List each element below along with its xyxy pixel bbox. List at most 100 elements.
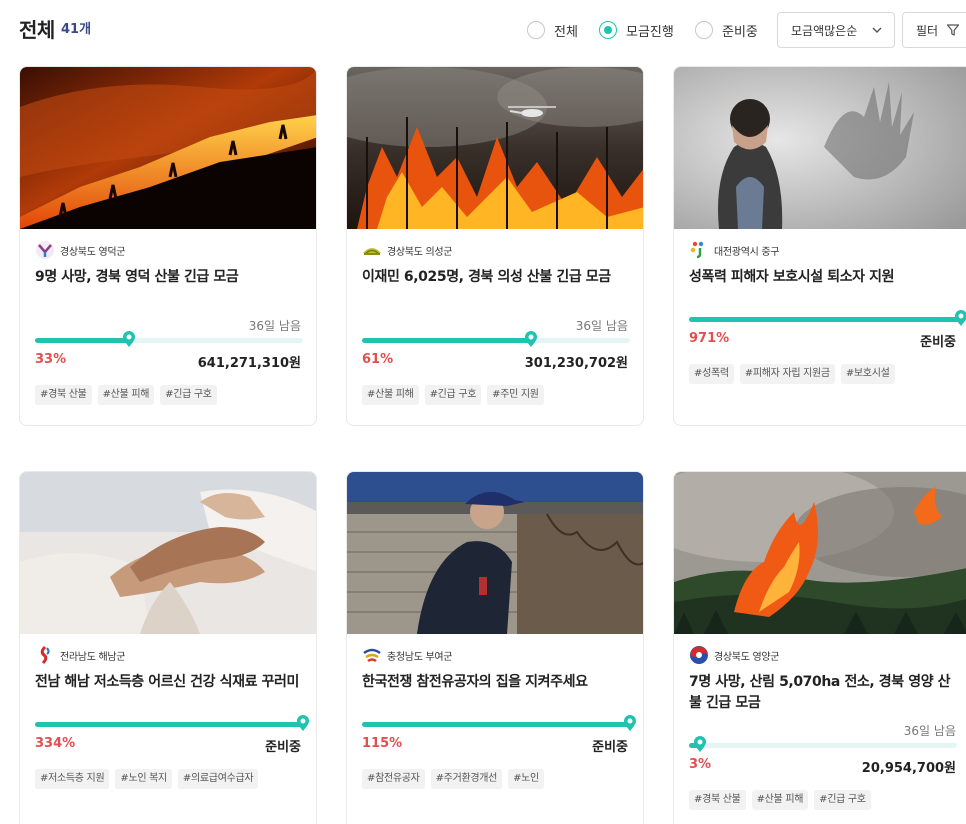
progress-marker-icon xyxy=(955,310,966,326)
tag[interactable]: #긴급 구호 xyxy=(160,385,217,405)
tag[interactable]: #주거환경개선 xyxy=(430,769,503,789)
page-title: 전체 xyxy=(19,18,55,42)
tag[interactable]: #의료급여수급자 xyxy=(177,769,259,789)
organization-name: 전라남도 해남군 xyxy=(60,651,126,663)
tag[interactable]: #산불 피해 xyxy=(97,385,155,405)
days-remaining: 36일 남음 xyxy=(575,319,628,333)
filter-button[interactable]: 필터 xyxy=(902,12,966,48)
tag[interactable]: #노인 복지 xyxy=(115,769,172,789)
campaign-image xyxy=(20,472,316,634)
progress-percent: 33% xyxy=(35,352,67,367)
raised-amount: 301,230,702원 xyxy=(524,356,628,371)
organization-name: 경상북도 영양군 xyxy=(714,651,780,663)
tag[interactable]: #저소득층 지원 xyxy=(35,769,110,789)
organization-logo-icon xyxy=(36,241,54,259)
raised-amount: 641,271,310원 xyxy=(197,356,301,371)
progress-bar xyxy=(689,310,966,326)
progress-marker-icon xyxy=(297,715,309,731)
campaign-title[interactable]: 한국전쟁 참전유공자의 집을 지켜주세요 xyxy=(362,672,632,693)
progress-bar xyxy=(689,736,957,752)
tag[interactable]: #참전유공자 xyxy=(362,769,425,789)
campaign-image xyxy=(674,472,966,634)
organization-logo-icon xyxy=(40,645,50,665)
organization-name: 충청남도 부여군 xyxy=(387,651,453,663)
status-label: 준비중 xyxy=(920,335,956,350)
sort-select[interactable]: 모금액많은순 xyxy=(777,12,895,48)
tag[interactable]: #성폭력 xyxy=(689,364,734,384)
campaign-card[interactable]: 전라남도 해남군 전남 해남 저소득층 어르신 건강 식재료 꾸러미 334% … xyxy=(19,471,317,824)
organization-logo-icon xyxy=(363,648,381,663)
days-remaining: 36일 남음 xyxy=(903,724,956,738)
progress-percent: 115% xyxy=(362,736,403,751)
tag-list: #경북 산불 #산불 피해 #긴급 구호 xyxy=(35,385,217,405)
tag-list: #참전유공자 #주거환경개선 #노인 xyxy=(362,769,544,789)
status-label: 준비중 xyxy=(592,740,628,755)
filter-radio-preparing[interactable]: 준비중 xyxy=(695,19,758,41)
organization-logo-icon xyxy=(690,241,704,259)
progress-bar xyxy=(35,331,303,347)
organization-logo-icon xyxy=(690,646,708,664)
progress-bar xyxy=(362,715,636,731)
radio-label: 전체 xyxy=(554,24,578,40)
radio-circle[interactable] xyxy=(527,21,545,39)
raised-amount: 20,954,700원 xyxy=(861,761,956,776)
campaign-title[interactable]: 성폭력 피해자 보호시설 퇴소자 지원 xyxy=(689,267,959,288)
progress-marker-icon xyxy=(524,331,537,347)
campaign-card[interactable]: 경상북도 의성군 이재민 6,025명, 경북 의성 산불 긴급 모금 36일 … xyxy=(346,66,644,426)
campaign-image xyxy=(674,67,966,229)
funnel-icon xyxy=(946,24,960,36)
tag[interactable]: #피해자 자립 지원금 xyxy=(739,364,835,384)
tag[interactable]: #노인 xyxy=(508,769,544,789)
organization: 경상북도 영덕군 xyxy=(35,240,125,260)
progress-percent: 971% xyxy=(689,331,730,346)
tag[interactable]: #산불 피해 xyxy=(362,385,419,405)
filter-radio-in-progress[interactable]: 모금진행 xyxy=(599,19,674,41)
days-remaining: 36일 남음 xyxy=(248,319,301,333)
filter-button-label: 필터 xyxy=(916,23,939,38)
organization: 대전광역시 중구 xyxy=(689,240,779,260)
campaign-title[interactable]: 이재민 6,025명, 경북 의성 산불 긴급 모금 xyxy=(362,267,632,288)
progress-marker-icon xyxy=(693,736,706,752)
progress-percent: 3% xyxy=(689,757,712,772)
campaign-title[interactable]: 전남 해남 저소득층 어르신 건강 식재료 꾸러미 xyxy=(35,672,305,693)
progress-percent: 334% xyxy=(35,736,76,751)
organization-name: 대전광역시 중구 xyxy=(714,246,780,258)
progress-marker-icon xyxy=(624,715,636,731)
tag[interactable]: #산불 피해 xyxy=(751,790,809,810)
tag[interactable]: #긴급 구호 xyxy=(814,790,871,810)
campaign-image xyxy=(347,472,643,634)
tag-list: #산불 피해 #긴급 구호 #주민 지원 xyxy=(362,385,544,405)
organization: 경상북도 의성군 xyxy=(362,240,452,260)
progress-fill xyxy=(35,722,303,727)
campaign-card[interactable]: 경상북도 영덕군 9명 사망, 경북 영덕 산불 긴급 모금 36일 남음 33… xyxy=(19,66,317,426)
organization: 경상북도 영양군 xyxy=(689,645,779,665)
organization-logo-icon xyxy=(363,248,381,255)
tag[interactable]: #경북 산불 xyxy=(35,385,92,405)
tag[interactable]: #긴급 구호 xyxy=(424,385,482,405)
tag[interactable]: #주민 지원 xyxy=(487,385,544,405)
chevron-down-icon xyxy=(872,27,882,33)
campaign-title[interactable]: 7명 사망, 산림 5,070ha 전소, 경북 영양 산불 긴급 모금 xyxy=(689,672,959,714)
campaign-title[interactable]: 9명 사망, 경북 영덕 산불 긴급 모금 xyxy=(35,267,305,288)
progress-fill xyxy=(362,338,531,343)
organization: 전라남도 해남군 xyxy=(35,645,125,665)
tag[interactable]: #경북 산불 xyxy=(689,790,746,810)
campaign-card[interactable]: 경상북도 영양군 7명 사망, 산림 5,070ha 전소, 경북 영양 산불 … xyxy=(673,471,966,824)
radio-circle[interactable] xyxy=(599,21,617,39)
radio-circle[interactable] xyxy=(695,21,713,39)
organization: 충청남도 부여군 xyxy=(362,645,452,665)
tag-list: #경북 산불 #산불 피해 #긴급 구호 xyxy=(689,790,871,810)
tag[interactable]: #보호시설 xyxy=(840,364,895,384)
campaign-card[interactable]: 대전광역시 중구 성폭력 피해자 보호시설 퇴소자 지원 971% 준비중 #성… xyxy=(673,66,966,426)
progress-marker-icon xyxy=(122,331,135,347)
organization-name: 경상북도 의성군 xyxy=(387,246,453,258)
organization-name: 경상북도 영덕군 xyxy=(60,246,126,258)
progress-bar xyxy=(362,331,630,347)
campaign-image xyxy=(347,67,643,229)
total-count: 41개 xyxy=(61,22,92,37)
radio-label: 준비중 xyxy=(722,24,758,40)
tag-list: #저소득층 지원 #노인 복지 #의료급여수급자 xyxy=(35,769,259,789)
campaign-card[interactable]: 충청남도 부여군 한국전쟁 참전유공자의 집을 지켜주세요 115% 준비중 #… xyxy=(346,471,644,824)
filter-radio-all[interactable]: 전체 xyxy=(527,19,578,41)
progress-bar xyxy=(35,715,309,731)
